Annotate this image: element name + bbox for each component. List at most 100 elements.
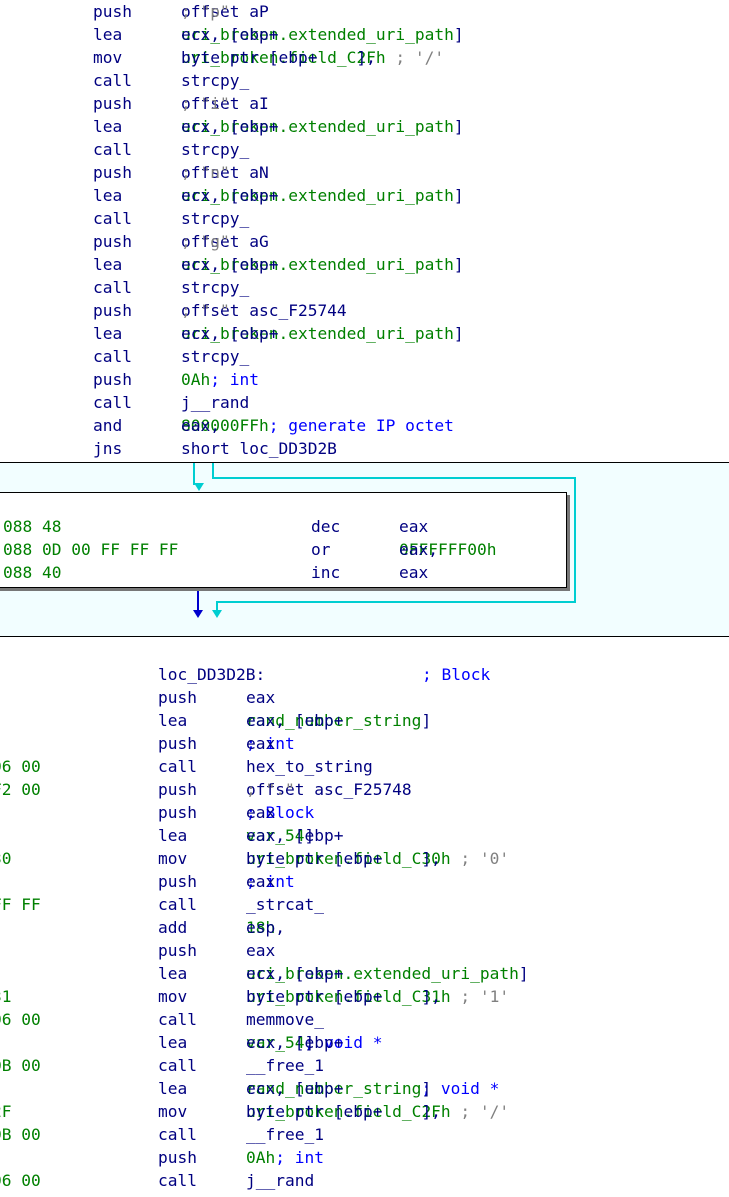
asm-line[interactable]: call strcpy_ [0, 345, 729, 368]
asm-line[interactable]: add esp, 18h [0, 916, 729, 939]
mnemonic: lea [93, 117, 123, 136]
asm-line[interactable]: lea eax, [ebp+ var_54] [0, 824, 729, 847]
asm-line[interactable]: push offset aN ; "n" [0, 161, 729, 184]
label-comment: ; Block [422, 665, 491, 684]
mnemonic: push [93, 163, 132, 182]
asm-line[interactable]: 088 0D 00 FF FF FF or eax, 0FFFFFF00h [0, 538, 566, 561]
asm-line[interactable]: 31 mov byte ptr [ebp+uri_broken.field_C], … [0, 985, 729, 1008]
asm-line[interactable]: 30 mov byte ptr [ebp+uri_broken.field_C], … [0, 847, 729, 870]
operands: ecx, [ebp+ uri_broken.extended_uri_path] [181, 117, 464, 136]
asm-line[interactable]: lea ecx, [ebp+ uri_broken.extended_uri_pat… [0, 23, 729, 46]
mnemonic: jns [93, 439, 123, 458]
asm-line[interactable]: push offset aG ; "g" [0, 230, 729, 253]
mnemonic: lea [93, 324, 123, 343]
operands: 0Ah ; int [181, 370, 259, 389]
asm-line[interactable]: and eax, 800000FFh ; generate IP octet [0, 414, 729, 437]
asm-line[interactable]: 0B 00call__free_1 [0, 1123, 729, 1146]
asm-line[interactable]: FF FFcall_strcat_ [0, 893, 729, 916]
mnemonic: push [93, 2, 132, 21]
mnemonic: call [93, 140, 132, 159]
asm-line[interactable]: mov byte ptr [ebp+ uri_broken.field_C], 2F… [0, 46, 729, 69]
opcode-bytes: 088 48 [3, 517, 62, 536]
edge-fallthrough-arrowhead [193, 610, 203, 618]
operands: eax, 800000FFh ; generate IP octet [181, 416, 454, 435]
asm-line[interactable]: jns short loc_DD3D2B [0, 437, 729, 460]
label-name: loc_DD3D2B: [158, 665, 266, 684]
asm-line[interactable]: lea ecx, [ebp+ uri_broken.extended_uri_pat… [0, 253, 729, 276]
mnemonic: call [158, 1010, 197, 1029]
asm-line[interactable]: lea ecx, [ebp+ uri_broken.extended_uri_pat… [0, 322, 729, 345]
opcode-bytes: 088 0D 00 FF FF FF [3, 540, 179, 559]
operands: byte ptr [ebp+ uri_broken.field_C], 31h ;… [246, 987, 510, 1006]
opcode-bytes: 0B 00 [0, 1125, 41, 1144]
asm-line[interactable]: call strcpy_ [0, 276, 729, 299]
asm-line[interactable]: lea ecx, [ebp+ var_54] ; void * [0, 1031, 729, 1054]
mnemonic: push [158, 1148, 197, 1167]
asm-line[interactable]: lea ecx, [ebp+ uri_broken.extended_uri_pat… [0, 115, 729, 138]
asm-line[interactable]: push eax [0, 686, 729, 709]
asm-line[interactable]: 2F mov byte ptr [ebp+uri_broken.field_C], … [0, 1100, 729, 1123]
asm-line[interactable]: lea eax, [ebp+ rand_number_string] [0, 709, 729, 732]
mnemonic: lea [93, 25, 123, 44]
disasm-block-negate: 088 48 dec eax 088 0D 00 FF FF FF or eax, 0FF… [0, 492, 567, 588]
disasm-block-string-build: push offset aP ; "p" lea ecx, [ebp+ uri_brok… [0, 0, 729, 463]
asm-line[interactable]: push eax ; int [0, 732, 729, 755]
mnemonic: push [93, 94, 132, 113]
mnemonic: dec [311, 517, 341, 536]
asm-line[interactable]: push 0Ah ; int [0, 368, 729, 391]
mnemonic: call [158, 757, 197, 776]
asm-line[interactable]: push offset aP ; "p" [0, 0, 729, 23]
asm-line[interactable]: 088 40 inc eax [0, 561, 566, 584]
edge-true-vertical [193, 463, 195, 485]
mnemonic: push [93, 301, 132, 320]
asm-line[interactable]: call strcpy_ [0, 207, 729, 230]
mnemonic: lea [158, 1033, 188, 1052]
mnemonic: and [93, 416, 123, 435]
mnemonic: lea [93, 255, 123, 274]
mnemonic: push [158, 734, 197, 753]
mnemonic: call [93, 209, 132, 228]
mnemonic: call [158, 1125, 197, 1144]
asm-line[interactable]: F2 00pushoffset asc_F25748 ; "." [0, 778, 729, 801]
opcode-bytes: 0B 00 [0, 1056, 41, 1075]
asm-line[interactable]: lea ecx, [ebp+ uri_broken.extended_uri_pat… [0, 184, 729, 207]
operands: byte ptr [ebp+ uri_broken.field_C], 2Fh ;… [181, 48, 445, 67]
operands: eax, [ebp+ rand_number_string] [246, 711, 432, 730]
operands: ecx, [ebp+ var_54] ; void * [246, 1033, 383, 1052]
asm-line[interactable]: lea ecx, [ebp+ uri_broken.extended_uri_pat… [0, 962, 729, 985]
mnemonic: or [311, 540, 331, 559]
edge-false-vertical-2 [574, 477, 576, 603]
asm-line[interactable]: push eax ; int [0, 870, 729, 893]
opcode-bytes: 30 [0, 849, 12, 868]
mnemonic: call [158, 895, 197, 914]
asm-line[interactable]: lea ecx, [ebp+ rand_number_string] ; void … [0, 1077, 729, 1100]
mnemonic: inc [311, 563, 341, 582]
mnemonic: lea [158, 826, 188, 845]
asm-line[interactable]: push 0Ah ; int [0, 1146, 729, 1169]
asm-line[interactable]: 0B 00call__free_1 [0, 1054, 729, 1077]
asm-line[interactable]: 06 00callhex_to_string [0, 755, 729, 778]
operands: eax ; int [246, 872, 432, 891]
asm-line[interactable]: push offset aI ; "i" [0, 92, 729, 115]
asm-line[interactable]: push offset asc_F25744 ; " " [0, 299, 729, 322]
asm-line[interactable]: call strcpy_ [0, 69, 729, 92]
mnemonic: lea [158, 711, 188, 730]
operands: ecx, [ebp+ uri_broken.extended_uri_path] [181, 255, 464, 274]
asm-line[interactable]: push eax ; Block [0, 801, 729, 824]
asm-line[interactable]: push eax [0, 939, 729, 962]
asm-line[interactable]: call strcpy_ [0, 138, 729, 161]
mnemonic: lea [93, 186, 123, 205]
mnemonic: call [93, 347, 132, 366]
operands: ecx, [ebp+ uri_broken.extended_uri_path] [181, 25, 464, 44]
asm-line[interactable]: 06 00callmemmove_ [0, 1008, 729, 1031]
mnemonic: mov [158, 1102, 188, 1121]
mnemonic: push [158, 872, 197, 891]
edge-false-arrowhead [212, 610, 222, 618]
edge-fallthrough-vertical [197, 588, 199, 610]
mnemonic: add [158, 918, 188, 937]
asm-line[interactable]: 088 48 dec eax [0, 515, 566, 538]
asm-line[interactable]: 06 00callj__rand [0, 1169, 729, 1192]
opcode-bytes: 06 00 [0, 1171, 41, 1190]
mnemonic: mov [93, 48, 123, 67]
asm-line[interactable]: call j__rand [0, 391, 729, 414]
